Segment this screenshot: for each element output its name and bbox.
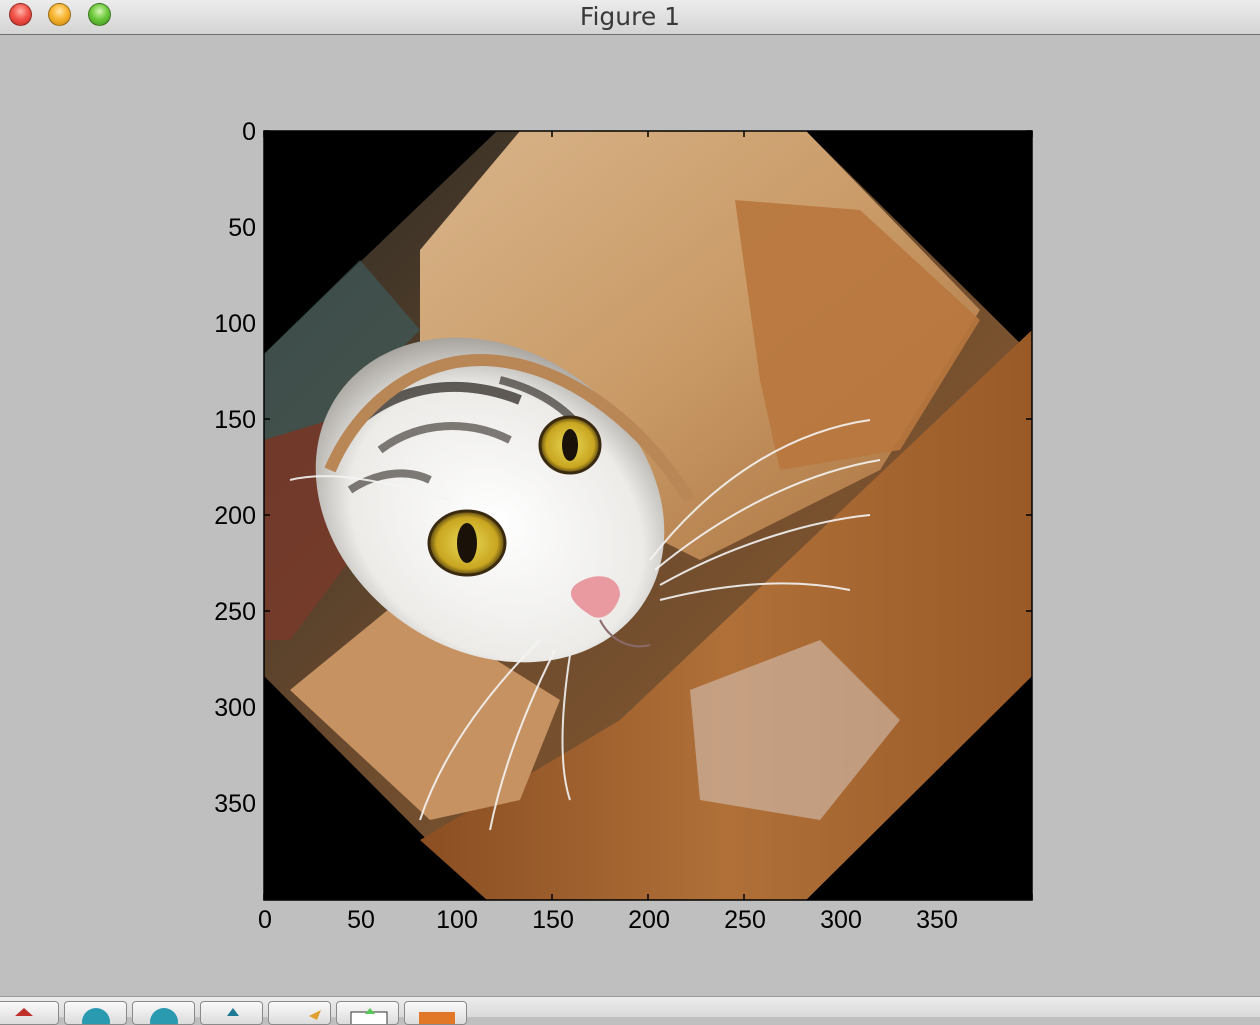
figure-canvas: 0 50 100 150 200 250 300 350 0 50 100 15… (0, 35, 1260, 996)
configure-subplots-button[interactable] (336, 1001, 399, 1025)
zoom-icon (309, 1010, 321, 1020)
y-tick-label: 300 (214, 694, 256, 722)
x-tick-label: 350 (916, 906, 958, 934)
plot-svg: 0 50 100 150 200 250 300 350 0 50 100 15… (214, 118, 1033, 934)
x-tick-label: 150 (532, 906, 574, 934)
y-tick-label: 50 (228, 214, 256, 242)
back-icon (82, 1008, 110, 1024)
y-tick-label: 200 (214, 502, 256, 530)
forward-button[interactable] (132, 1001, 195, 1025)
x-axis-tick-labels: 0 50 100 150 200 250 300 350 (258, 906, 958, 934)
pan-icon (227, 1008, 239, 1016)
zoom-to-rect-button[interactable] (268, 1001, 331, 1025)
window-title: Figure 1 (579, 2, 681, 31)
subplots-icon (350, 1008, 388, 1024)
x-tick-label: 200 (628, 906, 670, 934)
y-tick-label: 0 (242, 118, 256, 146)
y-axis-tick-labels: 0 50 100 150 200 250 300 350 (214, 118, 256, 818)
x-tick-label: 250 (724, 906, 766, 934)
plot-image (264, 131, 1032, 900)
home-button[interactable] (0, 1001, 59, 1025)
navigation-toolbar (0, 996, 1260, 1025)
y-tick-label: 250 (214, 598, 256, 626)
forward-icon (150, 1008, 178, 1024)
x-tick-label: 0 (258, 906, 272, 934)
x-tick-label: 100 (436, 906, 478, 934)
pan-button[interactable] (200, 1001, 263, 1025)
back-button[interactable] (64, 1001, 127, 1025)
x-tick-label: 50 (347, 906, 375, 934)
y-tick-label: 100 (214, 310, 256, 338)
save-icon (419, 1012, 455, 1024)
y-tick-label: 350 (214, 790, 256, 818)
x-tick-label: 300 (820, 906, 862, 934)
home-icon (15, 1008, 33, 1016)
save-button[interactable] (404, 1001, 467, 1025)
window-titlebar: Figure 1 (0, 0, 1260, 35)
y-tick-label: 150 (214, 406, 256, 434)
